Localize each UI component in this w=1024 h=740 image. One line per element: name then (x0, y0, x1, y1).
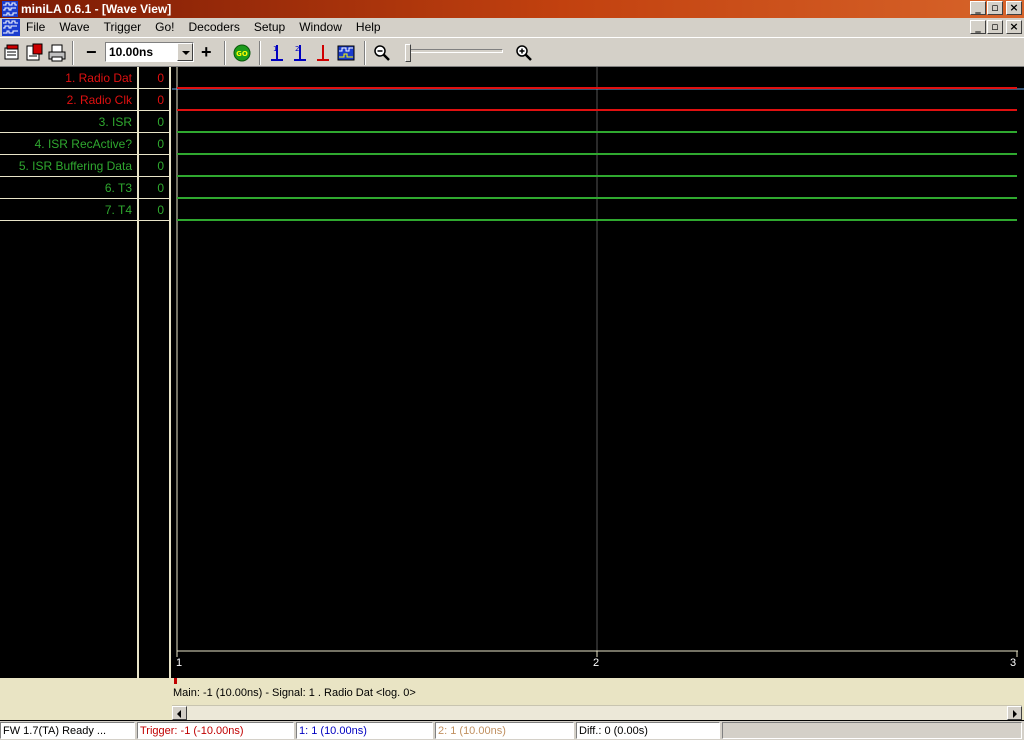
value-row: 0 (139, 111, 169, 133)
signal-value: 0 (157, 137, 164, 151)
toolbar-separator (364, 41, 366, 65)
print-icon[interactable] (46, 42, 68, 64)
menu-trigger[interactable]: Trigger (104, 20, 148, 34)
status-firmware: FW 1.7(TA) Ready ... (0, 722, 135, 739)
go-icon[interactable]: GO (231, 42, 253, 64)
title-bar[interactable]: miniLA 0.6.1 - [Wave View] _ ▫ × (0, 0, 1024, 18)
menu-decoders[interactable]: Decoders (189, 20, 246, 34)
axis-tick-label: 1 (176, 657, 183, 669)
status-cursor-1: 1: 1 (10.00ns) (296, 722, 433, 739)
status-empty (722, 722, 1022, 739)
value-row: 0 (139, 177, 169, 199)
signal-name: 5. ISR Buffering Data (18, 159, 132, 173)
signal-row[interactable]: 6. T3 (0, 177, 137, 199)
window-title: miniLA 0.6.1 - [Wave View] (21, 2, 172, 16)
signal-value: 0 (157, 203, 164, 217)
minila-app-icon (2, 1, 18, 17)
menu-go[interactable]: Go! (155, 20, 180, 34)
wave-view[interactable]: 1 2 3 (172, 67, 1024, 678)
close-button[interactable]: × (1006, 1, 1022, 15)
menu-wave[interactable]: Wave (59, 20, 95, 34)
zoom-dropdown-button[interactable] (177, 43, 193, 61)
signal-row[interactable]: 2. Radio Clk (0, 89, 137, 111)
child-restore-button[interactable]: ▫ (987, 20, 1003, 34)
cursor-1-icon[interactable]: 1 (266, 42, 288, 64)
axis-tick-label: 3 (1010, 657, 1017, 669)
panel-divider[interactable] (169, 67, 171, 678)
status-cursor-2: 2: 1 (10.00ns) (435, 722, 574, 739)
scroll-left-button[interactable] (172, 706, 187, 720)
toolbar-separator (72, 41, 74, 65)
status-diff: Diff.: 0 (0.00s) (576, 722, 720, 739)
zoom-slider[interactable] (405, 41, 505, 65)
zoom-select[interactable]: 10.00ns (105, 42, 194, 62)
status-trigger: Trigger: -1 (-10.00ns) (137, 722, 294, 739)
save-icon[interactable] (24, 42, 46, 64)
signal-value-panel: 0 0 0 0 0 0 0 (139, 67, 169, 678)
document-window-icon[interactable] (2, 19, 20, 36)
toolbar-separator (259, 41, 261, 65)
signal-row[interactable]: 1. Radio Dat (0, 67, 137, 89)
signal-name: 4. ISR RecActive? (34, 137, 132, 151)
signal-value: 0 (157, 71, 164, 85)
signal-row[interactable]: 3. ISR (0, 111, 137, 133)
menu-setup[interactable]: Setup (254, 20, 291, 34)
menu-file[interactable]: File (26, 20, 51, 34)
signal-row[interactable]: 7. T4 (0, 199, 137, 221)
trigger-marker-icon (174, 678, 177, 684)
cursor-2-label: 2 (295, 45, 299, 53)
zoom-in-icon[interactable] (513, 42, 535, 64)
slider-track (407, 49, 503, 53)
signal-setup-icon[interactable] (335, 42, 357, 64)
child-close-button[interactable]: × (1006, 20, 1022, 34)
value-row: 0 (139, 67, 169, 89)
zoom-out-button[interactable]: − (86, 41, 97, 63)
signal-name: 2. Radio Clk (66, 93, 132, 107)
slider-thumb[interactable] (405, 44, 411, 62)
signal-name: 6. T3 (104, 181, 132, 195)
value-row: 0 (139, 133, 169, 155)
value-row: 0 (139, 155, 169, 177)
value-row: 0 (139, 89, 169, 111)
signal-name-panel: 1. Radio Dat 2. Radio Clk 3. ISR 4. ISR … (0, 67, 137, 678)
zoom-value: 10.00ns (109, 45, 154, 59)
minimize-button[interactable]: _ (970, 1, 986, 15)
child-minimize-button[interactable]: _ (970, 20, 986, 34)
wave-canvas (172, 67, 1024, 657)
signal-value: 0 (157, 159, 164, 173)
cursor-2-icon[interactable]: 2 (289, 42, 311, 64)
trigger-cursor-icon[interactable] (312, 42, 334, 64)
restore-button[interactable]: ▫ (987, 1, 1003, 15)
menu-bar: File Wave Trigger Go! Decoders Setup Win… (0, 18, 1024, 37)
signal-name: 7. T4 (104, 203, 132, 217)
horizontal-scrollbar[interactable] (172, 705, 1022, 720)
signal-value: 0 (157, 181, 164, 195)
toolbar-separator (224, 41, 226, 65)
go-label: GO (236, 50, 248, 58)
cursor-1-label: 1 (273, 45, 277, 53)
toolbar: − 10.00ns + GO 1 2 (0, 37, 1024, 67)
scroll-right-button[interactable] (1007, 706, 1022, 720)
zoom-out-icon[interactable] (371, 42, 393, 64)
menu-window[interactable]: Window (299, 20, 348, 34)
axis-tick-label: 2 (593, 657, 600, 669)
signal-value: 0 (157, 93, 164, 107)
signal-value: 0 (157, 115, 164, 129)
value-row: 0 (139, 199, 169, 221)
signal-name: 3. ISR (98, 115, 132, 129)
zoom-in-button[interactable]: + (201, 41, 212, 63)
signal-name: 1. Radio Dat (65, 71, 132, 85)
signal-row[interactable]: 5. ISR Buffering Data (0, 155, 137, 177)
signal-row[interactable]: 4. ISR RecActive? (0, 133, 137, 155)
open-icon[interactable] (2, 42, 24, 64)
status-bar: FW 1.7(TA) Ready ... Trigger: -1 (-10.00… (0, 721, 1024, 740)
menu-help[interactable]: Help (356, 20, 387, 34)
cursor-info-line: Main: -1 (10.00ns) - Signal: 1 . Radio D… (173, 687, 416, 699)
